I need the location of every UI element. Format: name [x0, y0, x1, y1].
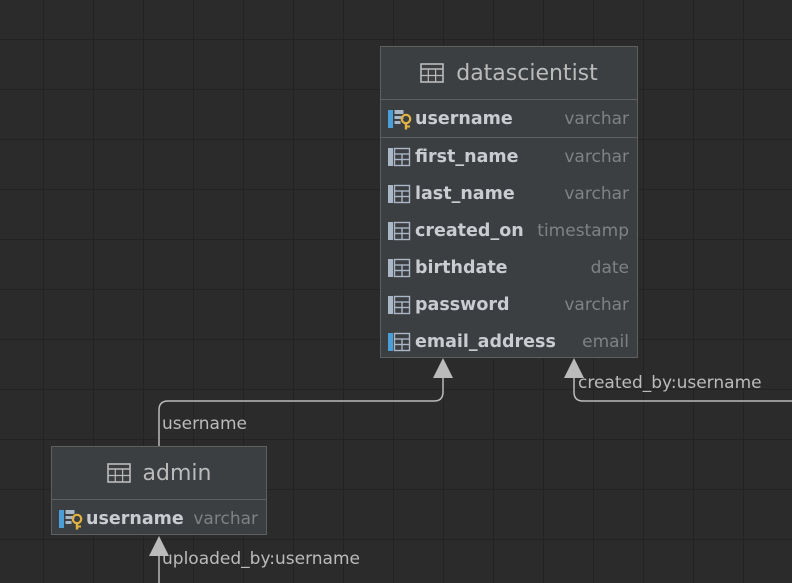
column-icon [387, 293, 415, 317]
column-name: first_name [415, 146, 519, 167]
column-row[interactable]: username varchar [52, 500, 266, 537]
column-row[interactable]: username varchar [381, 100, 637, 138]
column-type: email [582, 331, 629, 352]
arrowhead-datascientist-username [433, 358, 453, 378]
column-icon [387, 219, 415, 243]
relation-label-created-by: created_by:username [578, 373, 762, 393]
table-name: admin [142, 460, 212, 486]
column-icon [387, 182, 415, 206]
column-name: birthdate [415, 257, 508, 278]
table-icon [420, 63, 445, 83]
column-row[interactable]: first_name varchar [381, 138, 637, 175]
column-row[interactable]: birthdate date [381, 249, 637, 286]
relation-label-uploaded-by: uploaded_by:username [162, 549, 360, 569]
column-type: varchar [564, 146, 629, 167]
column-name: created_on [415, 220, 524, 241]
entity-header[interactable]: datascientist [381, 47, 637, 100]
column-icon [387, 145, 415, 169]
relation-label-username: username [162, 414, 247, 434]
entity-admin[interactable]: admin username varchar [51, 446, 267, 535]
column-type: varchar [564, 183, 629, 204]
column-row[interactable]: password varchar [381, 286, 637, 323]
column-row[interactable]: last_name varchar [381, 175, 637, 212]
column-row[interactable]: created_on timestamp [381, 212, 637, 249]
primary-key-column-icon [387, 107, 415, 131]
column-name: username [86, 508, 184, 529]
column-name: username [415, 108, 513, 129]
column-icon [387, 256, 415, 280]
column-type: varchar [564, 294, 629, 315]
primary-key-column-icon [58, 507, 86, 531]
connector-username[interactable] [158, 376, 444, 446]
entity-header[interactable]: admin [52, 447, 266, 500]
column-icon-highlighted [387, 330, 415, 354]
column-name: last_name [415, 183, 515, 204]
column-name: password [415, 294, 510, 315]
column-type: varchar [564, 108, 629, 129]
column-type: date [590, 257, 629, 278]
column-type: timestamp [537, 220, 629, 241]
column-row[interactable]: email_address email [381, 323, 637, 360]
entity-datascientist[interactable]: datascientist username varchar first_nam… [380, 46, 638, 358]
column-name: email_address [415, 331, 556, 352]
table-name: datascientist [456, 60, 598, 86]
table-icon [106, 463, 131, 483]
column-type: varchar [193, 508, 258, 529]
